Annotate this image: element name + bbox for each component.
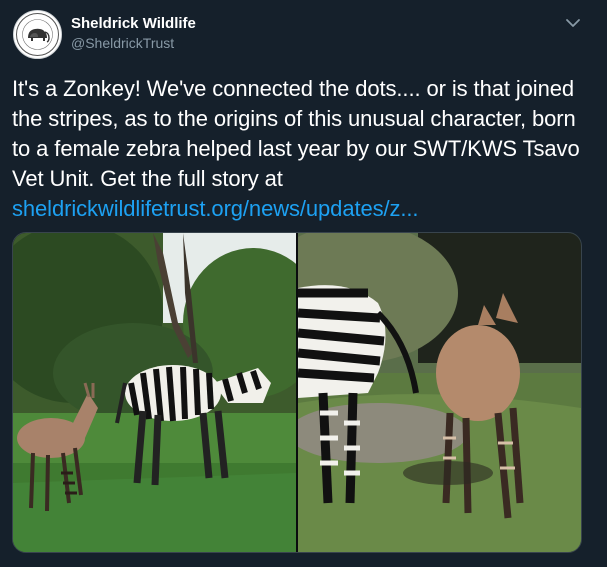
avatar[interactable] <box>13 10 62 59</box>
tweet-card[interactable]: Sheldrick Wildlife @SheldrickTrust It's … <box>0 0 607 567</box>
tweet-link[interactable]: sheldrickwildlifetrust.org/news/updates/… <box>12 196 419 221</box>
tweet-menu-button[interactable] <box>562 12 584 34</box>
tweet-media[interactable] <box>12 232 582 553</box>
display-name[interactable]: Sheldrick Wildlife <box>71 15 196 32</box>
zonkey-and-zebra-closeup-photo[interactable] <box>298 233 581 552</box>
chevron-down-icon <box>566 19 580 27</box>
tweet-body: It's a Zonkey! We've connected the dots.… <box>12 76 580 191</box>
account-handle[interactable]: @SheldrickTrust <box>71 35 174 51</box>
zonkey-and-zebra-in-field-photo[interactable] <box>13 233 296 552</box>
tweet-text: It's a Zonkey! We've connected the dots.… <box>12 74 587 224</box>
sheldrick-elephant-logo-icon <box>16 13 59 56</box>
